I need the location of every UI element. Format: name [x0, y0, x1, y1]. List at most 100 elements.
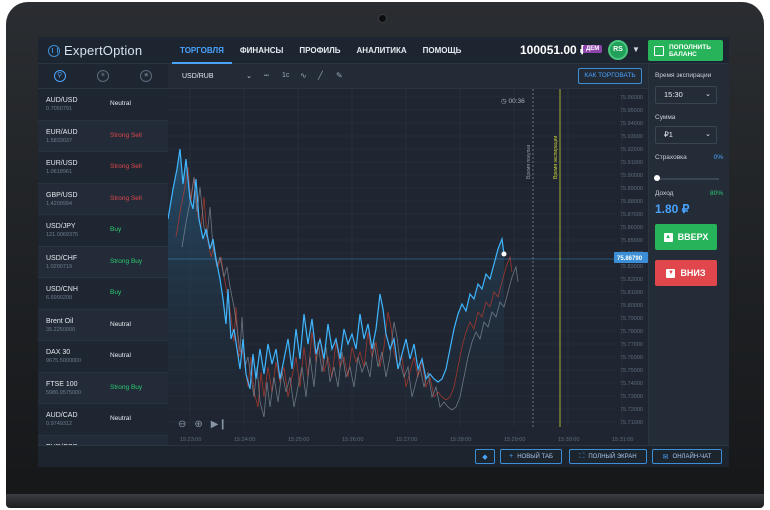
nav-profile[interactable]: ПРОФИЛЬ [291, 37, 348, 64]
timeframe-select[interactable]: 1c [282, 72, 289, 79]
chevron-down-icon: ⌄ [705, 91, 711, 98]
tab-favorites[interactable]: ★ [125, 64, 168, 88]
skip-to-end-icon[interactable]: ▶❙ [211, 419, 227, 430]
asset-row[interactable]: EUR/AUD 1.5833037 Strong Sell [38, 120, 168, 152]
app-screen: ExpertOption ТОРГОВЛЯ ФИНАНСЫ ПРОФИЛЬ АН… [38, 37, 729, 467]
asset-signal: Neutral [110, 100, 131, 107]
asset-row[interactable]: AUD/USD 0.7050791 Neutral [38, 89, 168, 121]
countdown-timer: ◷ 00:36 [501, 97, 525, 105]
asset-signal: Neutral [110, 320, 131, 328]
asset-price: 5986.9575000 [46, 389, 82, 396]
asset-row[interactable]: AUD/CAD 0.9749312 Neutral [38, 404, 168, 436]
asset-name: USD/JPY [46, 223, 76, 230]
amount-select[interactable]: ₽1 ⌄ [655, 126, 717, 144]
price-tick-label: 75.80000 [620, 303, 643, 309]
avatar[interactable]: RS [608, 40, 628, 60]
asset-signal: Buy [110, 289, 122, 296]
indicators-icon[interactable]: ∿ [300, 71, 307, 80]
zoom-in-icon[interactable]: ⊕ [194, 419, 202, 430]
asset-name: AUD/USD [46, 97, 78, 104]
expiry-time-label: Время экспирации [553, 136, 559, 179]
time-tick-label: 15:31:00 [612, 437, 633, 443]
draw-line-icon[interactable]: ╱ [318, 71, 323, 80]
chevron-down-icon: ⌄ [705, 131, 711, 138]
chart-type-icon[interactable]: ┅ [264, 71, 269, 80]
price-tick-label: 75.83000 [620, 264, 643, 270]
asset-price: 0.7050791 [46, 106, 72, 112]
asset-row[interactable]: DAX 30 9675.5000000 Neutral [38, 341, 168, 373]
time-tick-label: 15:28:00 [450, 437, 471, 443]
pair-select[interactable]: USD/RUB ⌄ [176, 69, 256, 84]
asset-row[interactable]: Brent Oil 35.2250000 Neutral [38, 309, 168, 341]
asset-price: 9675.5000000 [46, 358, 82, 364]
nav-finance[interactable]: ФИНАНСЫ [232, 37, 292, 64]
chart-canvas: 75.96000 75.95000 75.94000 75.93000 75.92000… [168, 89, 648, 443]
asset-name: FTSE 100 [46, 380, 78, 388]
current-price-label: 75.86790 [617, 256, 643, 262]
nav-analytics[interactable]: АНАЛИТИКА [349, 37, 415, 64]
how-to-trade-button[interactable]: КАК ТОРГОВАТЬ [578, 68, 642, 84]
asset-row[interactable]: USD/JPY 121.0069375 Buy [38, 215, 168, 247]
asset-signal: Strong Buy [110, 257, 143, 265]
nav-help[interactable]: ПОМОЩЬ [415, 37, 470, 64]
price-tick-label: 75.89000 [620, 186, 643, 192]
online-chat-button[interactable]: ✉ ОНЛАЙН-ЧАТ [652, 449, 722, 464]
bottom-bar: ◆ + НОВЫЙ ТАБ ⛶ ПОЛНЫЙ ЭКРАН ✉ ОНЛАЙН-ЧА… [38, 445, 729, 467]
insurance-slider-knob[interactable] [654, 175, 660, 181]
balance[interactable]: 100051.00 ₽ [520, 43, 588, 57]
price-tick-label: 75.86000 [620, 225, 643, 231]
layout-button[interactable]: ◆ [475, 449, 495, 464]
price-tick-label: 75.79000 [620, 316, 643, 322]
price-tick-label: 75.73000 [620, 394, 643, 400]
insurance-label: Страховка [655, 154, 687, 161]
nav-trading[interactable]: ТОРГОВЛЯ [172, 37, 232, 64]
online-chat-label: ОНЛАЙН-ЧАТ [672, 453, 712, 460]
zoom-out-icon[interactable]: ⊖ [178, 419, 186, 430]
time-tick-label: 15:23:00 [180, 437, 201, 443]
fullscreen-button[interactable]: ⛶ ПОЛНЫЙ ЭКРАН [569, 449, 647, 464]
pencil-icon[interactable]: ✎ [336, 71, 343, 80]
asset-price: 1.0200719 [46, 263, 72, 270]
price-tick-label: 75.91000 [620, 160, 643, 166]
price-chart[interactable]: 75.96000 75.95000 75.94000 75.93000 75.92000… [168, 89, 648, 449]
asset-price: 6.6990208 [46, 295, 72, 301]
price-tick-label: 75.90000 [620, 173, 643, 179]
amount-label: Сумма [655, 114, 676, 121]
time-tick-label: 15:30:00 [558, 437, 579, 443]
asset-row[interactable]: EUR/USD 1.0618961 Strong Sell [38, 152, 168, 184]
asset-price: 1.0618961 [46, 169, 72, 175]
asset-signal: Strong Sell [110, 163, 142, 170]
analytics-icon: ✶ [96, 70, 109, 82]
asset-name: Brent Oil [46, 317, 74, 325]
price-tick-label: 75.77000 [620, 342, 643, 348]
asset-name: AUD/CAD [46, 412, 78, 419]
demo-badge: ДЕМ [583, 45, 603, 53]
down-button[interactable]: ▼ ВНИЗ [655, 260, 717, 286]
asset-row[interactable]: GBP/USD 1.4209994 Strong Sell [38, 183, 168, 215]
logo[interactable]: ExpertOption [48, 43, 142, 58]
asset-signal: Buy [110, 226, 122, 233]
chart-toolbar: USD/RUB ⌄ ┅ 1c ∿ ╱ ✎ КАК ТОРГОВАТЬ [168, 64, 648, 89]
deposit-button[interactable]: ПОПОЛНИТЬ БАЛАНС [648, 40, 723, 61]
tab-search[interactable]: ⚲ [38, 64, 81, 88]
price-tick-label: 75.88000 [620, 199, 643, 205]
time-tick-label: 15:26:00 [342, 437, 363, 443]
sidebar-tabs: ⚲ ✶ ★ [38, 64, 168, 89]
expiry-select[interactable]: 15:30 ⌄ [655, 86, 717, 104]
tab-analytics[interactable]: ✶ [81, 64, 124, 88]
chevron-down-icon[interactable]: ▼ [632, 45, 640, 54]
chevron-down-icon: ⌄ [246, 73, 252, 80]
asset-price: 1.4209994 [46, 200, 72, 207]
wallet-icon [654, 45, 664, 56]
asset-name: GBP/USD [46, 191, 78, 199]
asset-row[interactable]: USD/CNH 6.6990208 Buy [38, 278, 168, 310]
asset-row[interactable]: USD/CHF 1.0200719 Strong Buy [38, 246, 168, 278]
up-button[interactable]: ▲ ВВЕРХ [655, 224, 717, 250]
asset-row[interactable]: FTSE 100 5986.9575000 Strong Buy [38, 372, 168, 404]
new-tab-button[interactable]: + НОВЫЙ ТАБ [500, 449, 562, 464]
insurance-slider-track[interactable] [657, 178, 719, 180]
insurance-pct: 0% [713, 154, 723, 161]
laptop-base [6, 494, 764, 508]
down-label: ВНИЗ [680, 268, 706, 278]
amount-value: ₽1 [664, 130, 673, 139]
